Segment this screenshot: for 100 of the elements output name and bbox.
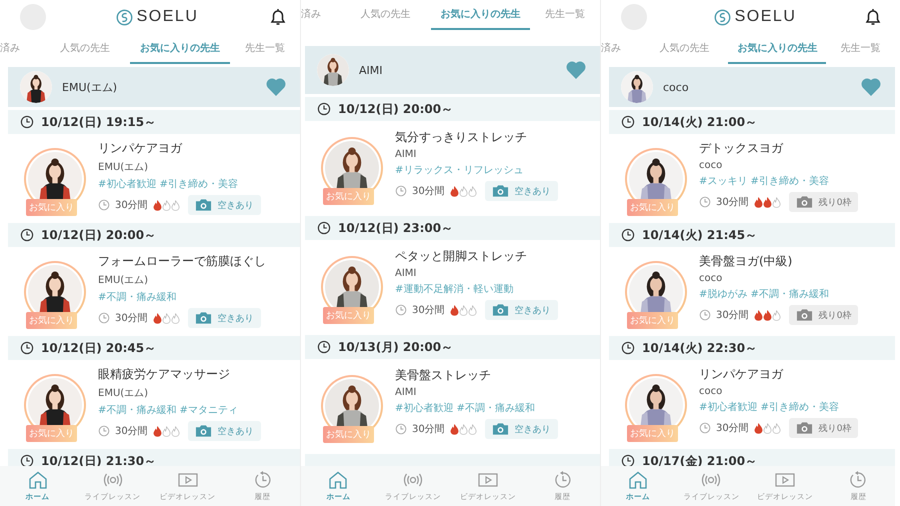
favorite-button[interactable]: [861, 78, 881, 96]
flame-icon: [762, 310, 772, 320]
availability-button[interactable]: 空きあり: [188, 308, 261, 328]
favorite-badge: お気に入り: [323, 426, 374, 443]
lesson-tags: #不調・痛み緩和 #マタニティ: [98, 403, 261, 417]
tab[interactable]: 済み: [301, 0, 341, 30]
clock-icon: [98, 425, 110, 437]
clock-icon: [621, 115, 635, 129]
duration-text: 30分間: [716, 196, 749, 209]
flame-icon: [754, 310, 763, 320]
favorite-badge: お気に入り: [26, 199, 77, 216]
clock-icon: [621, 228, 635, 242]
logo-icon: [116, 8, 133, 26]
slot-time: 10/14(火) 22:30～: [642, 340, 758, 356]
clock-icon: [20, 341, 34, 355]
favorite-button[interactable]: [566, 61, 586, 79]
favorite-badge: お気に入り: [323, 188, 374, 205]
lesson-tags: #初心者歓迎 #引き締め・美容: [98, 177, 261, 191]
teacher-name: EMU(エム): [98, 161, 150, 174]
flame-icon: [468, 304, 477, 316]
teacher-name: AIMI: [395, 387, 418, 398]
lesson-title: 眼精疲労ケアマッサージ: [98, 366, 231, 383]
camera-icon: [194, 311, 212, 325]
favorite-badge: お気に入り: [627, 199, 678, 216]
slot-time: 10/13(月) 20:00～: [338, 338, 454, 356]
history-icon: [552, 470, 573, 488]
flame-icon: [162, 200, 171, 210]
lesson-title: リンパケアヨガ: [98, 140, 184, 157]
home-icon: [328, 470, 348, 488]
clock-icon: [317, 221, 331, 235]
lesson-tags: #スッキリ #引き締め・美容: [699, 174, 858, 188]
home-icon: [628, 470, 648, 488]
tab[interactable]: 先生一覧: [530, 0, 600, 30]
favorite-badge: お気に入り: [323, 307, 374, 324]
clock-icon: [699, 309, 711, 321]
logo-text: SOELU: [136, 8, 198, 26]
flame-icon: [170, 312, 180, 324]
clock-icon: [395, 304, 407, 316]
flame-icon: [754, 422, 763, 434]
tab[interactable]: お気に入りの先生: [130, 34, 230, 64]
camera-icon: [492, 303, 509, 317]
tab[interactable]: 済み: [601, 34, 640, 64]
clock-icon: [395, 423, 407, 435]
flame-icon: [458, 424, 468, 434]
slot-time: 10/12(日) 20:45～: [41, 340, 156, 356]
camera-icon: [194, 424, 212, 438]
tab[interactable]: お気に入りの先生: [728, 34, 826, 64]
lesson-tags: #リラックス・リフレッシュ: [395, 163, 558, 177]
availability-button[interactable]: 空きあり: [484, 300, 558, 320]
availability-button[interactable]: 残り0枠: [788, 305, 858, 325]
tab[interactable]: 人気の先生: [340, 0, 431, 30]
flame-icon: [772, 310, 781, 320]
duration-text: 30分間: [115, 312, 148, 325]
slot-time: 10/12(日) 23:00～: [338, 220, 454, 236]
duration-text: 30分間: [716, 309, 749, 322]
home-icon: [28, 470, 48, 488]
history-icon: [252, 470, 272, 488]
logo-text: SOELU: [734, 8, 796, 26]
availability-button[interactable]: 残り0枠: [788, 192, 858, 212]
video-icon: [774, 470, 795, 488]
clock-icon: [621, 454, 635, 466]
flame-icon: [762, 196, 772, 208]
flame-icon: [450, 186, 459, 196]
flame-icon: [450, 304, 459, 316]
clock-icon: [395, 185, 407, 197]
bell-icon[interactable]: [863, 7, 883, 27]
clock-icon: [699, 196, 711, 208]
tab[interactable]: 人気の先生: [40, 34, 130, 64]
lesson-tags: #不調・痛み緩和: [98, 290, 266, 304]
tab[interactable]: 先生一覧: [230, 34, 300, 64]
tab[interactable]: 先生一覧: [826, 34, 895, 64]
teacher-name: EMU(エム): [98, 274, 150, 287]
slot-time: 10/14(火) 21:00～: [642, 114, 758, 130]
lesson-tags: #初心者歓迎 #引き締め・美容: [699, 400, 858, 414]
teacher-name: coco: [663, 80, 690, 94]
availability-button[interactable]: 空きあり: [484, 419, 558, 439]
flame-icon: [450, 424, 459, 434]
history-icon: [848, 470, 868, 488]
availability-button[interactable]: 空きあり: [484, 181, 558, 201]
lesson-title: 美骨盤ヨガ(中級): [699, 253, 794, 270]
duration-text: 30分間: [716, 422, 749, 435]
lesson-title: デトックスヨガ: [699, 140, 784, 157]
availability-button[interactable]: 空きあり: [188, 421, 261, 441]
tab[interactable]: 済み: [0, 34, 40, 64]
clock-icon: [317, 102, 331, 116]
availability-button[interactable]: 残り0枠: [788, 418, 858, 438]
favorite-badge: お気に入り: [26, 312, 77, 329]
bell-icon[interactable]: [268, 7, 288, 27]
teacher-name: coco: [699, 386, 724, 397]
flame-icon: [754, 196, 763, 208]
tab[interactable]: お気に入りの先生: [430, 0, 530, 30]
favorite-button[interactable]: [266, 78, 286, 96]
tab[interactable]: 人気の先生: [640, 34, 728, 64]
lesson-title: 美骨盤ストレッチ: [395, 367, 492, 384]
lesson-title: 気分すっきりストレッチ: [395, 129, 528, 146]
flame-icon: [152, 312, 162, 324]
availability-button[interactable]: 空きあり: [188, 195, 261, 215]
lesson-title: リンパケアヨガ: [699, 366, 784, 383]
duration-text: 30分間: [412, 185, 445, 198]
favorite-badge: お気に入り: [627, 312, 678, 329]
